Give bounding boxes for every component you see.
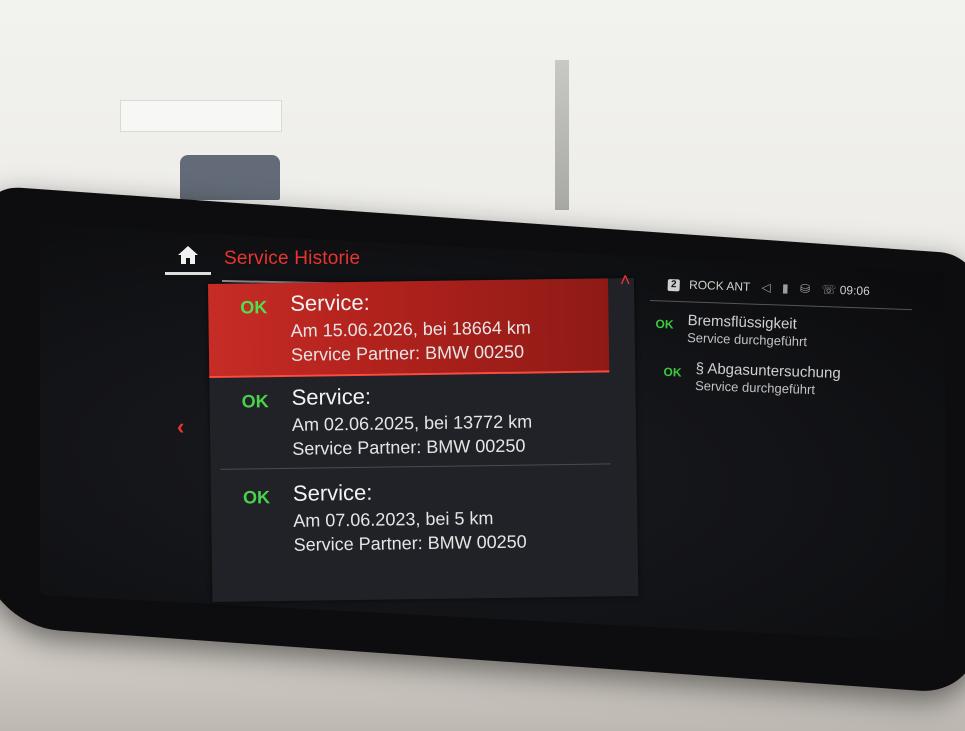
service-date: Am 15.06.2026, bei 18664 km (290, 317, 531, 341)
media-source-label: ROCK ANT (688, 277, 751, 294)
service-title: Service: (292, 479, 373, 506)
service-entry-1[interactable]: OK Service: Am 15.06.2026, bei 18664 km … (208, 278, 610, 378)
service-date: Am 07.06.2023, bei 5 km (293, 508, 494, 531)
detail-item-emissions-test: OK § Abgasuntersuchung Service durchgefü… (663, 360, 841, 398)
service-partner: Service Partner: BMW 00250 (293, 531, 527, 555)
service-date: Am 02.06.2025, bei 13772 km (291, 411, 533, 435)
home-active-indicator (165, 272, 211, 275)
service-entry-3[interactable]: OK Service: Am 07.06.2023, bei 5 km Serv… (211, 468, 612, 566)
service-title: Service: (291, 383, 372, 410)
speaker-icon: ◁ (761, 280, 771, 295)
phone-icon: ☏ (821, 282, 837, 297)
home-icon (178, 246, 198, 264)
background-window (120, 100, 282, 132)
service-partner: Service Partner: BMW 00250 (290, 341, 525, 365)
previous-arrow-button[interactable]: ‹ (177, 414, 184, 440)
service-entry-2[interactable]: OK Service: Am 02.06.2025, bei 13772 km … (209, 372, 611, 470)
service-title: Service: (290, 289, 370, 316)
microphone-icon: ▮ (781, 280, 789, 296)
ok-status: OK (241, 391, 269, 412)
service-partner: Service Partner: BMW 00250 (292, 435, 526, 459)
page-title: Service Historie (224, 248, 361, 269)
clock: 09:06 (839, 283, 871, 299)
detail-item-brake-fluid: OK Bremsflüssigkeit Service durchgeführt (655, 312, 808, 349)
scroll-up-button[interactable]: ˄ (620, 270, 631, 291)
chevron-up-icon: ˄ (620, 270, 631, 290)
background-pole (555, 60, 569, 210)
background-object (180, 155, 280, 200)
network-icon: ⛁ (799, 281, 811, 296)
ok-status: OK (242, 487, 271, 508)
home-button[interactable] (163, 243, 213, 273)
ok-status: OK (240, 297, 268, 318)
chevron-left-icon: ‹ (177, 414, 185, 439)
media-source-badge: 2 (667, 278, 680, 292)
ok-status: OK (655, 316, 674, 332)
service-history-list: OK Service: Am 15.06.2026, bei 18664 km … (208, 278, 639, 602)
ok-status: OK (663, 364, 682, 380)
